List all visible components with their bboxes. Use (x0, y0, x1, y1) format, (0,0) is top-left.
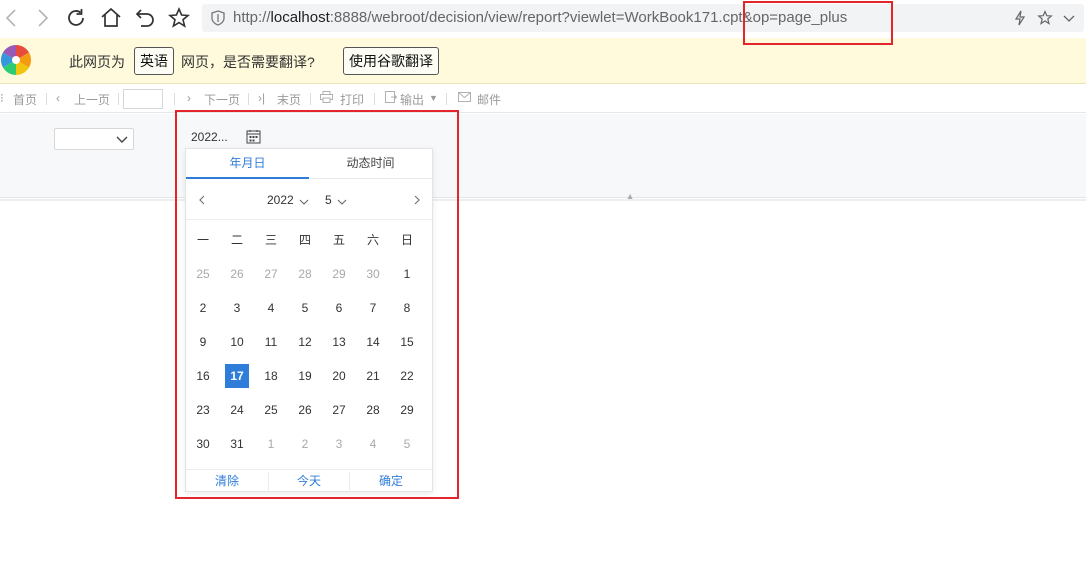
browser-toolbar: http://localhost:8888/webroot/decision/v… (0, 0, 1086, 36)
toolbar-divider (118, 93, 119, 105)
google-translate-button[interactable]: 使用谷歌翻译 (343, 47, 439, 75)
prev-page-button[interactable]: 上一页 (74, 91, 110, 108)
export-button[interactable]: 输出 (400, 91, 424, 108)
undo-close-tab-icon[interactable] (133, 6, 157, 30)
last-page-icon: ›| (258, 91, 266, 105)
reload-icon[interactable] (64, 6, 88, 30)
language-button[interactable]: 英语 (134, 47, 174, 75)
home-icon[interactable] (99, 6, 123, 30)
url-host: localhost (270, 9, 330, 26)
pane-divider (0, 199, 1086, 201)
next-page-button[interactable]: 下一页 (204, 91, 240, 108)
lightning-icon[interactable] (1012, 10, 1028, 26)
first-page-icon: ⁝ (0, 91, 4, 105)
caret-down-icon: ▼ (429, 93, 438, 103)
parameter-pane: ▲ (0, 114, 1086, 201)
mail-button[interactable]: 邮件 (477, 91, 501, 108)
favorite-star-icon[interactable] (167, 6, 191, 30)
highlight-box-calendar (175, 110, 459, 499)
highlight-box-url (743, 1, 893, 45)
prev-page-icon: ‹ (56, 91, 60, 105)
report-toolbar: ⁝ 首页 ‹ 上一页 › 下一页 ›| 末页 打印 输出 ▼ 邮件 (0, 85, 1086, 113)
parameter-dropdown[interactable] (54, 128, 134, 150)
chevron-down-icon[interactable] (1061, 10, 1077, 26)
translate-prompt-text: 此网页为 (69, 54, 125, 70)
browser-logo-icon (0, 44, 32, 76)
export-icon (385, 91, 398, 106)
next-page-icon: › (187, 91, 191, 105)
toolbar-divider (310, 93, 311, 105)
page-number-input[interactable] (123, 89, 163, 109)
print-button[interactable]: 打印 (340, 91, 364, 108)
back-icon[interactable] (0, 6, 24, 30)
printer-icon (320, 91, 333, 106)
translate-bar: 此网页为 英语 网页，是否需要翻译? 使用谷歌翻译 (0, 38, 1086, 84)
toolbar-divider (174, 93, 175, 105)
toolbar-divider (446, 93, 447, 105)
toolbar-divider (46, 93, 47, 105)
translate-question-text: 网页，是否需要翻译? (181, 54, 315, 70)
bookmark-star-icon[interactable] (1037, 9, 1053, 26)
toolbar-divider (374, 93, 375, 105)
shield-icon (210, 10, 226, 26)
address-bar[interactable]: http://localhost:8888/webroot/decision/v… (202, 4, 1084, 32)
toolbar-divider (248, 93, 249, 105)
mail-icon (458, 91, 471, 105)
forward-icon[interactable] (30, 6, 54, 30)
chevron-down-icon (114, 131, 130, 147)
first-page-button[interactable]: 首页 (13, 91, 37, 108)
url-scheme: http:// (233, 9, 271, 26)
last-page-button[interactable]: 末页 (277, 91, 301, 108)
